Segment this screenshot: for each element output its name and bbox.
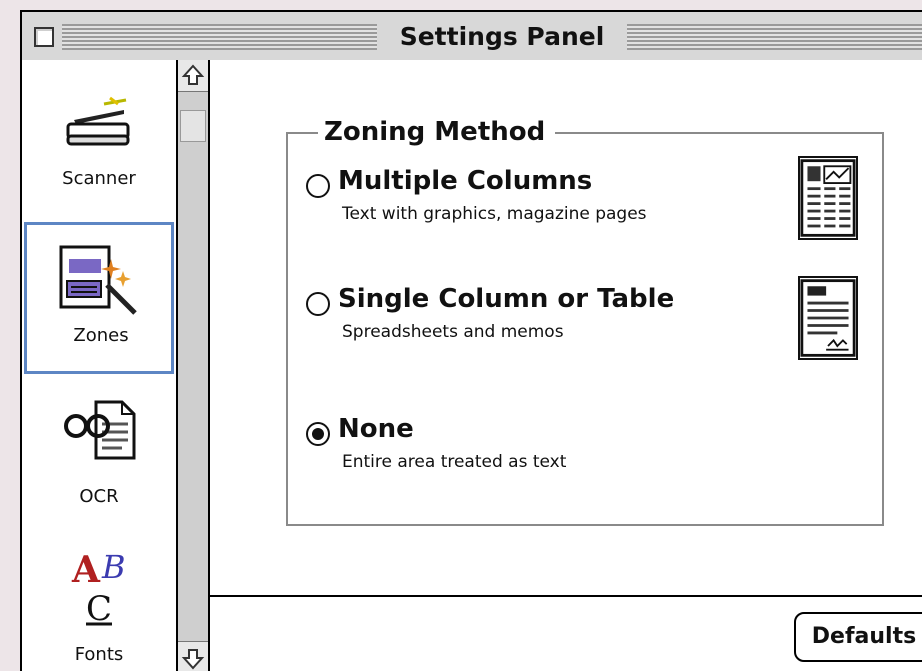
category-sidebar: Scanner Zones OCR A B C Fonts — [22, 60, 176, 671]
sidebar-item-label: OCR — [79, 486, 119, 507]
scroll-down-button[interactable] — [178, 641, 208, 671]
ocr-icon — [64, 400, 136, 460]
footer-divider — [210, 595, 922, 597]
window-title: Settings Panel — [377, 20, 627, 54]
sidebar-item-label: Scanner — [62, 168, 136, 189]
title-bar-stripes — [627, 24, 922, 50]
sidebar-item-zones[interactable]: Zones — [24, 222, 174, 374]
title-bar-stripes — [62, 24, 377, 50]
sidebar-item-fonts[interactable]: A B C Fonts — [22, 530, 176, 671]
title-bar[interactable]: Settings Panel — [22, 12, 922, 62]
radio-single-column-or-table[interactable] — [306, 292, 330, 316]
svg-text:C: C — [86, 589, 112, 626]
option-description: Text with graphics, magazine pages — [342, 204, 647, 224]
arrow-down-icon — [181, 649, 205, 670]
settings-content: Zoning Method Multiple Columns Text with… — [210, 60, 922, 671]
option-description: Spreadsheets and memos — [342, 322, 564, 342]
svg-text:B: B — [101, 548, 126, 586]
multi-column-page-icon — [798, 156, 858, 240]
radio-none[interactable] — [306, 422, 330, 446]
zones-icon — [59, 245, 137, 315]
close-box-button[interactable] — [34, 27, 54, 47]
option-description: Entire area treated as text — [342, 452, 567, 472]
scroll-thumb[interactable] — [180, 110, 206, 142]
sidebar-item-scanner[interactable]: Scanner — [22, 60, 176, 220]
settings-window: Settings Panel Scanner Zones OCR A B C F… — [20, 10, 922, 671]
fonts-icon: A B C — [71, 548, 126, 626]
svg-text:A: A — [71, 549, 101, 591]
option-label: Single Column or Table — [338, 284, 675, 314]
option-label: Multiple Columns — [338, 166, 593, 196]
sidebar-item-ocr[interactable]: OCR — [22, 378, 176, 528]
sidebar-item-label: Fonts — [74, 644, 124, 665]
scanner-icon — [66, 96, 130, 146]
defaults-button[interactable]: Defaults — [794, 612, 922, 662]
sidebar-scrollbar[interactable] — [176, 60, 210, 671]
radio-multiple-columns[interactable] — [306, 174, 330, 198]
single-column-page-icon — [798, 276, 858, 360]
sidebar-item-label: Zones — [73, 325, 129, 346]
group-title: Zoning Method — [318, 116, 556, 148]
scroll-up-button[interactable] — [178, 60, 208, 92]
arrow-up-icon — [181, 64, 205, 85]
option-label: None — [338, 414, 414, 444]
